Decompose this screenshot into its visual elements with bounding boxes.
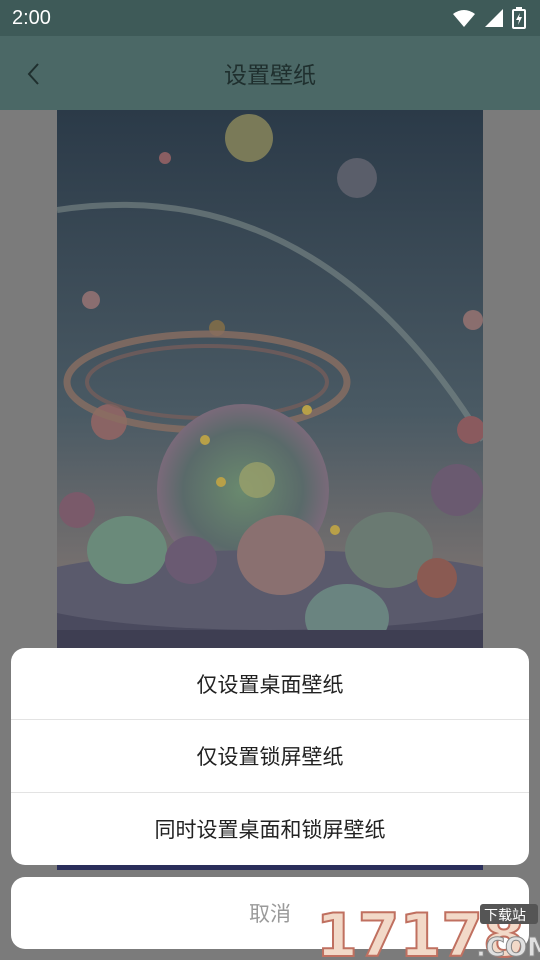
watermark-tag: 下载站 [484,908,526,924]
wifi-icon [453,10,475,27]
watermark-suffix: .COM [476,933,540,960]
set-both-wallpaper-option[interactable]: 同时设置桌面和锁屏壁纸 [11,793,529,865]
wallpaper-options-sheet: 仅设置桌面壁纸 仅设置锁屏壁纸 同时设置桌面和锁屏壁纸 [11,648,529,865]
back-button[interactable] [18,58,50,90]
status-icons [452,7,526,29]
chevron-left-icon [27,63,39,85]
set-lock-wallpaper-option[interactable]: 仅设置锁屏壁纸 [11,720,529,793]
watermark-logo: 17178 下载站 .COM [315,898,540,960]
status-bar: 2:00 [0,0,540,36]
app-bar: 设置壁纸 [0,36,540,110]
status-time: 2:00 [12,6,51,29]
battery-charging-icon [512,7,526,29]
cellular-signal-icon [485,9,503,27]
page-title: 设置壁纸 [224,63,316,89]
set-home-wallpaper-option[interactable]: 仅设置桌面壁纸 [11,648,529,721]
